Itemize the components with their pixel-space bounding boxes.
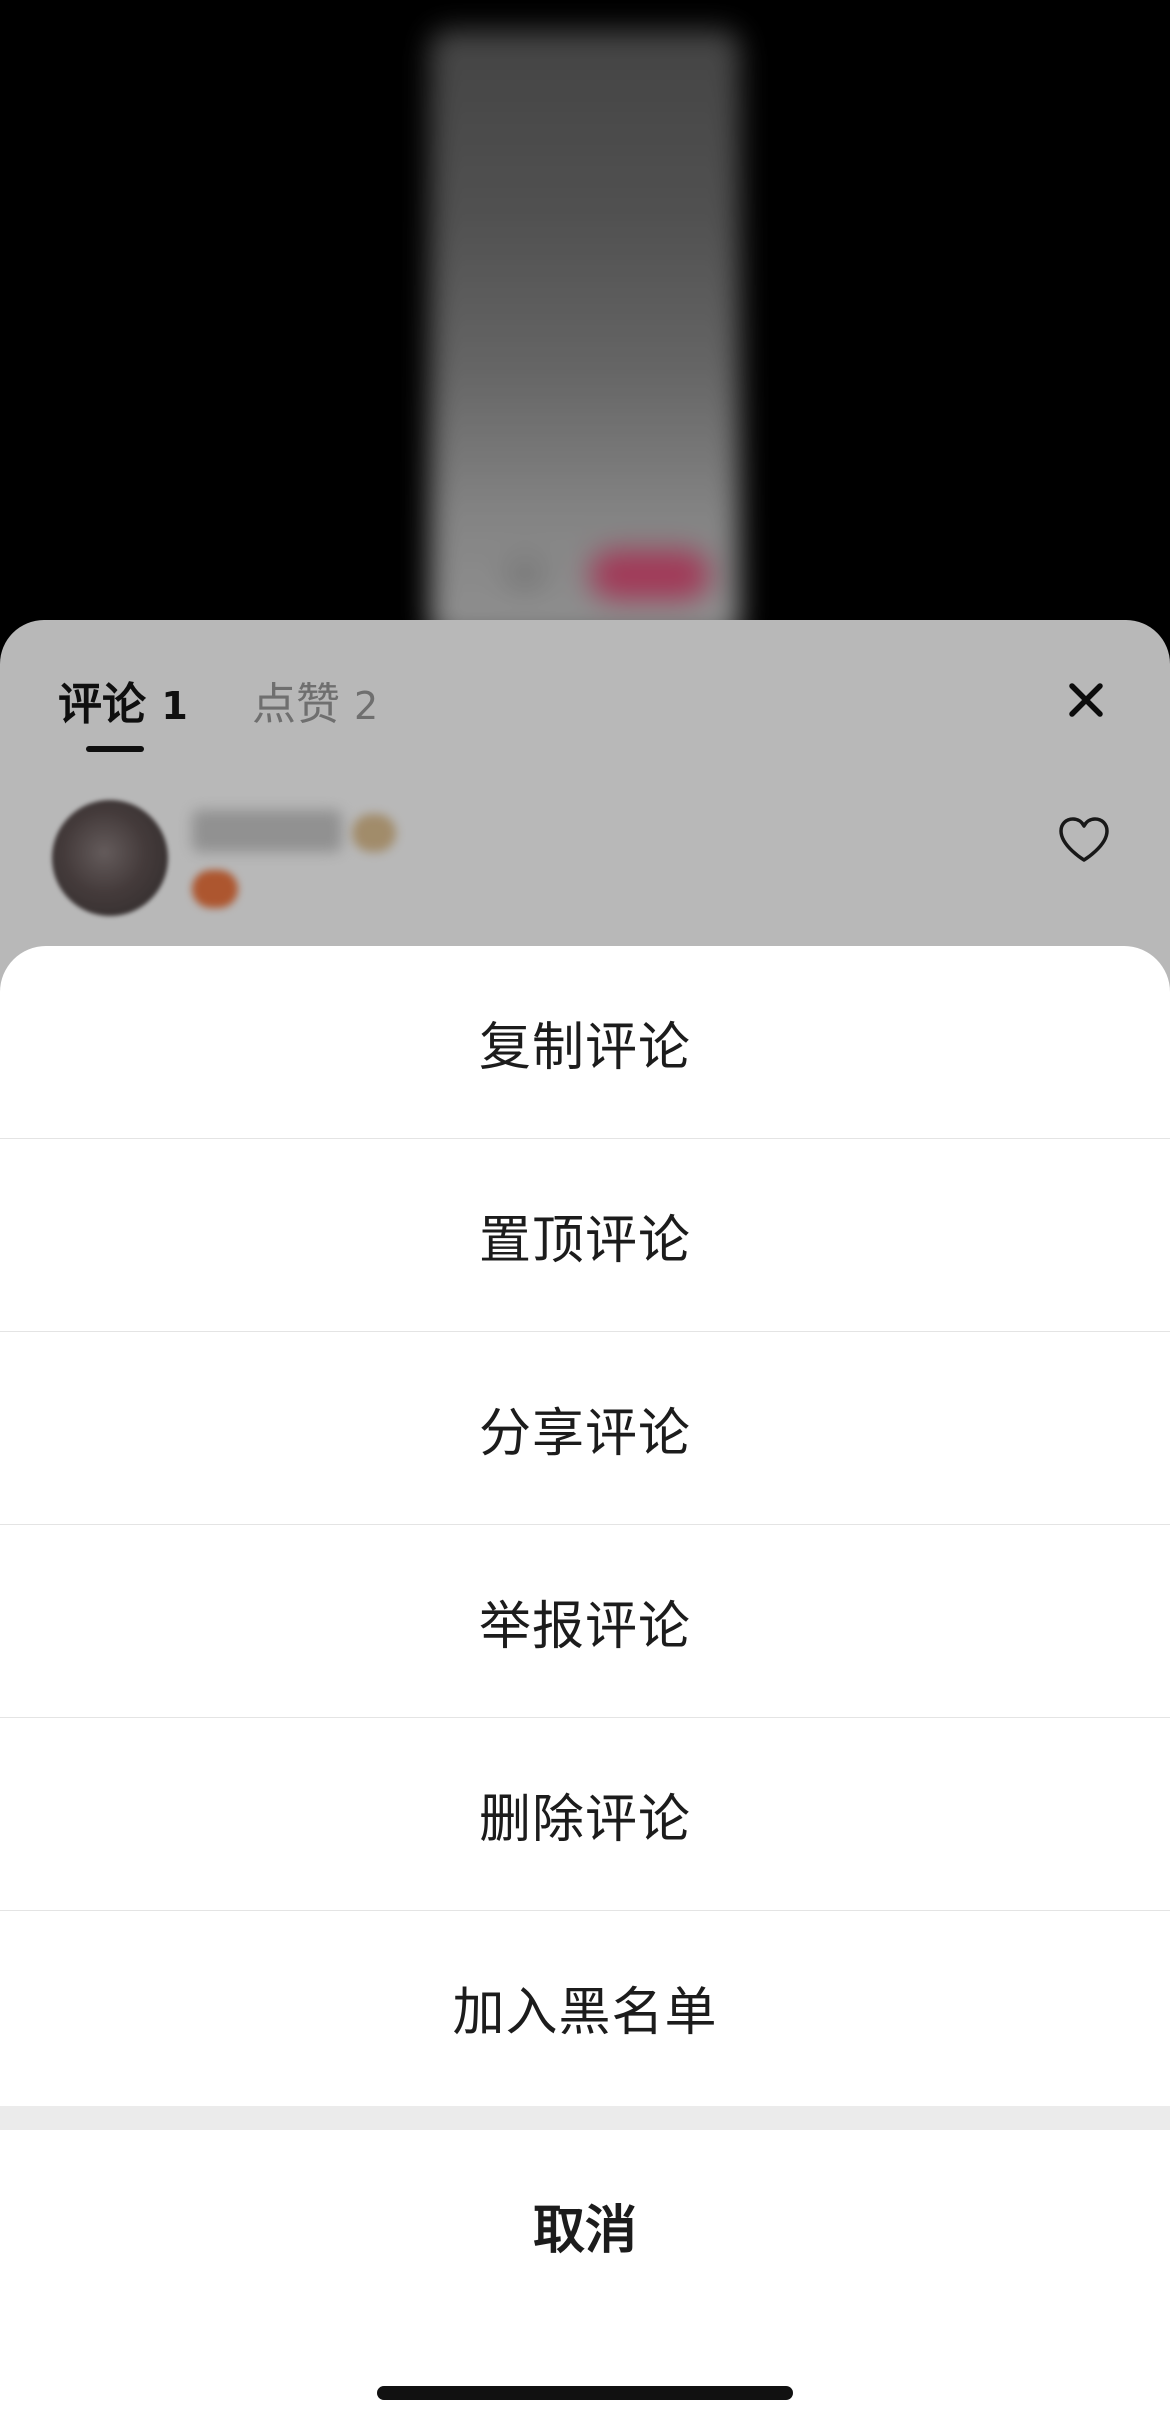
share-comment-button[interactable]: 分享评论 [0, 1332, 1170, 1524]
home-indicator[interactable] [377, 2386, 793, 2400]
copy-comment-button[interactable]: 复制评论 [0, 946, 1170, 1138]
action-sheet: 复制评论 置顶评论 分享评论 举报评论 删除评论 加入黑名单 取消 [0, 946, 1170, 2422]
sheet-separator [0, 2106, 1170, 2130]
add-to-blacklist-button[interactable]: 加入黑名单 [0, 1911, 1170, 2103]
pin-comment-button[interactable]: 置顶评论 [0, 1139, 1170, 1331]
delete-comment-button[interactable]: 删除评论 [0, 1718, 1170, 1910]
report-comment-button[interactable]: 举报评论 [0, 1525, 1170, 1717]
cancel-button[interactable]: 取消 [0, 2130, 1170, 2320]
